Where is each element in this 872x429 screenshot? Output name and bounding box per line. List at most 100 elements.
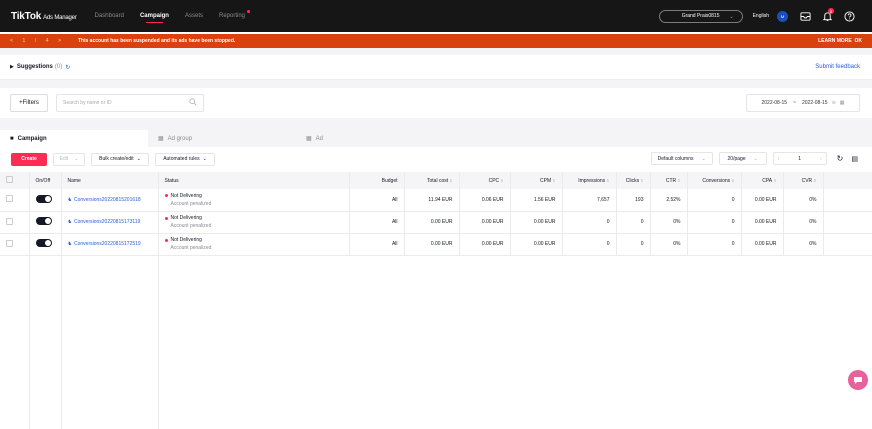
bulk-edit-dropdown[interactable]: Bulk create/edit ⌄ [91, 152, 149, 166]
folder-icon: ■ [10, 135, 14, 142]
alert-total-pages: 4 [45, 38, 49, 44]
header-name[interactable]: Name [61, 172, 159, 189]
alert-next-button[interactable]: > [58, 38, 61, 44]
campaign-name-link[interactable]: Conversions20220815201618 [74, 197, 141, 203]
tab-ad-group[interactable]: ▦ Ad group [148, 130, 296, 147]
cpc-cell: 0.00 EUR [459, 211, 511, 234]
header-clicks[interactable]: Clicks⇕ [616, 172, 651, 189]
clear-icon[interactable]: ⊗ [832, 100, 836, 106]
automated-rules-dropdown[interactable]: Automated rules ⌄ [155, 152, 215, 166]
page-size-dropdown[interactable]: 20/page ⌄ [718, 152, 767, 165]
row-checkbox[interactable] [6, 195, 13, 203]
header-cpa[interactable]: CPA⇕ [741, 172, 784, 189]
header-budget[interactable]: Budget [349, 172, 405, 189]
filler-cell [823, 233, 872, 256]
refresh-icon[interactable]: ↻ [65, 64, 70, 71]
table-header-row: On/Off Name Status Budget Total cost⇕ CP… [0, 172, 872, 189]
chevron-down-icon: ⌄ [729, 13, 734, 20]
alert-prev-button[interactable]: < [10, 38, 13, 44]
sort-icon[interactable]: ⇕ [500, 178, 503, 183]
refresh-table-icon[interactable]: ↻ [837, 154, 844, 163]
suggestions-toggle[interactable]: ▶ Suggestions (0) ↻ [10, 64, 70, 71]
tab-campaign[interactable]: ■ Campaign [0, 130, 148, 147]
sort-icon[interactable]: ⇕ [773, 178, 776, 183]
header-ctr[interactable]: CTR⇕ [650, 172, 688, 189]
header-status[interactable]: Status [158, 172, 350, 189]
campaign-name-link[interactable]: Conversions20220815172519 [74, 241, 141, 247]
header-onoff: On/Off [29, 172, 62, 189]
header-conversions[interactable]: Conversions⇕ [687, 172, 742, 189]
language-selector[interactable]: English [753, 13, 769, 19]
sort-icon[interactable]: ⇕ [813, 178, 816, 183]
budget-cell: All [349, 233, 405, 256]
ctr-cell: 0% [650, 233, 688, 256]
edit-dropdown[interactable]: Edit ⌄ [53, 152, 85, 166]
ctr-cell: 2.52% [650, 189, 688, 212]
level-tabs: ■ Campaign ▦ Ad group ▦ Ad [0, 130, 872, 147]
ad-icon: ▦ [306, 136, 312, 142]
campaign-icon: ♞ [67, 219, 72, 225]
row-checkbox[interactable] [6, 239, 13, 247]
campaign-icon: ♞ [67, 241, 72, 247]
header-cpm[interactable]: CPM⇕ [510, 172, 563, 189]
table-row: ♞ Conversions20220815172519 Not Deliverin… [0, 233, 872, 256]
notification-badge: 8 [828, 8, 834, 14]
alert-page-separator: / [34, 38, 37, 44]
row-checkbox[interactable] [6, 217, 13, 225]
header-cpc[interactable]: CPC⇕ [459, 172, 511, 189]
header-impressions[interactable]: Impressions⇕ [562, 172, 617, 189]
nav-assets[interactable]: Assets [185, 0, 203, 32]
column-divider [61, 172, 62, 429]
alert-actions[interactable]: LEARN MORE OK [818, 38, 862, 44]
campaign-toggle[interactable] [35, 194, 52, 203]
campaign-name-cell: ♞ Conversions20220815172519 [61, 233, 159, 256]
campaign-name-link[interactable]: Conversions20220815173119 [74, 219, 140, 225]
toolbar: Create Edit ⌄ Bulk create/edit ⌄ Automated… [0, 152, 872, 166]
campaign-toggle[interactable] [35, 217, 52, 225]
avatar[interactable]: M [777, 10, 788, 22]
status-subtext: Account penalized [170, 200, 212, 207]
sort-icon[interactable]: ⇕ [552, 178, 555, 183]
nav-campaign[interactable]: Campaign [140, 0, 169, 32]
account-selector[interactable]: Grand Prais0815 ⌄ [658, 9, 743, 23]
chat-support-icon[interactable] [848, 370, 868, 390]
onoff-cell [29, 211, 62, 234]
create-button[interactable]: Create [11, 152, 47, 166]
status-dot-icon [164, 238, 168, 242]
sort-icon[interactable]: ⇕ [677, 178, 680, 183]
sort-icon[interactable]: ⇕ [640, 178, 643, 183]
cpa-cell: 0.00 EUR [741, 233, 784, 256]
chevron-down-icon: ⌄ [74, 156, 79, 162]
sort-icon[interactable]: ⇕ [606, 178, 609, 183]
sort-icon[interactable]: ⇕ [449, 178, 452, 183]
submit-feedback-link[interactable]: Submit feedback [815, 64, 860, 70]
select-all-checkbox[interactable] [6, 176, 13, 183]
prev-page-icon[interactable]: ‹ [778, 156, 780, 162]
header-total-cost[interactable]: Total cost⇕ [404, 172, 460, 189]
header-cvr[interactable]: CVR⇕ [783, 172, 824, 189]
clicks-cell: 193 [616, 189, 651, 212]
page-number[interactable]: 1 [798, 156, 801, 162]
inbox-icon[interactable] [798, 9, 812, 23]
budget-cell: All [349, 211, 405, 234]
help-icon[interactable] [842, 9, 856, 23]
date-range-picker[interactable]: 2022-08-15 ~ 2022-08-15 ⊗ ▦ [746, 94, 860, 112]
export-icon[interactable]: ▤ [851, 155, 858, 163]
tab-ad[interactable]: ▦ Ad [296, 130, 446, 147]
columns-dropdown[interactable]: Default columns ⌄ [650, 152, 713, 165]
sort-icon[interactable]: ⇕ [731, 178, 734, 183]
conversions-cell: 0 [687, 211, 742, 234]
nav-dashboard[interactable]: Dashboard [95, 0, 124, 32]
tiktok-ads-logo[interactable]: TikTok Ads Manager [11, 11, 77, 22]
filler-cell [823, 189, 872, 212]
search-input[interactable]: Search by name or ID [56, 94, 204, 112]
nav-reporting[interactable]: Reporting [219, 0, 251, 32]
filters-button[interactable]: +Filters [10, 94, 48, 112]
campaign-toggle[interactable] [35, 239, 52, 247]
next-page-icon[interactable]: › [820, 156, 822, 162]
notification-bell-icon[interactable]: 8 [820, 8, 834, 23]
cpa-cell: 0.00 EUR [741, 211, 784, 234]
conversions-cell: 0 [687, 189, 742, 212]
top-navigation-bar: TikTok Ads Manager Dashboard Campaign Ass… [0, 0, 872, 32]
campaign-panel: Create Edit ⌄ Bulk create/edit ⌄ Automated… [0, 147, 872, 429]
